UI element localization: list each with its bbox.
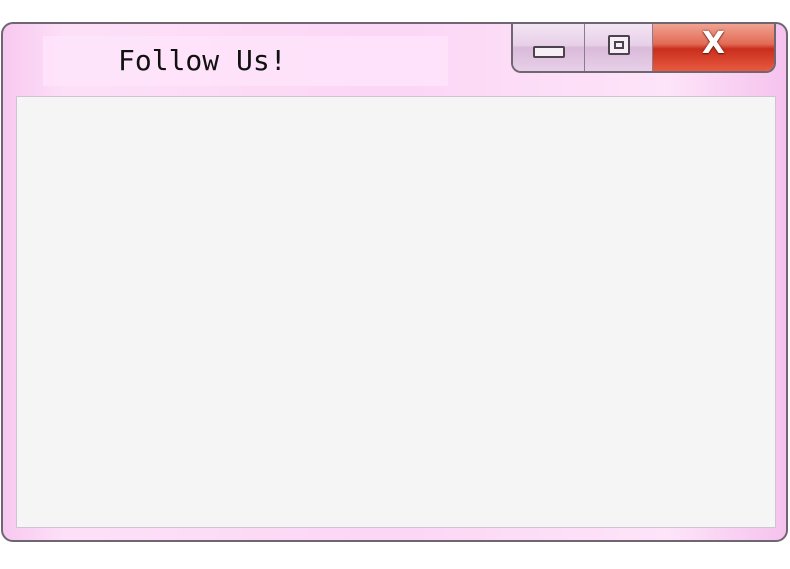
minimize-icon (532, 45, 565, 58)
maximize-icon (607, 34, 630, 55)
maximize-button[interactable] (585, 24, 653, 71)
window: Follow Us! X (1, 22, 788, 542)
close-button[interactable]: X (653, 24, 774, 71)
content-area (16, 96, 776, 528)
window-controls: X (511, 24, 776, 73)
close-icon: X (701, 26, 726, 61)
minimize-button[interactable] (513, 24, 585, 71)
window-title: Follow Us! (118, 44, 287, 77)
